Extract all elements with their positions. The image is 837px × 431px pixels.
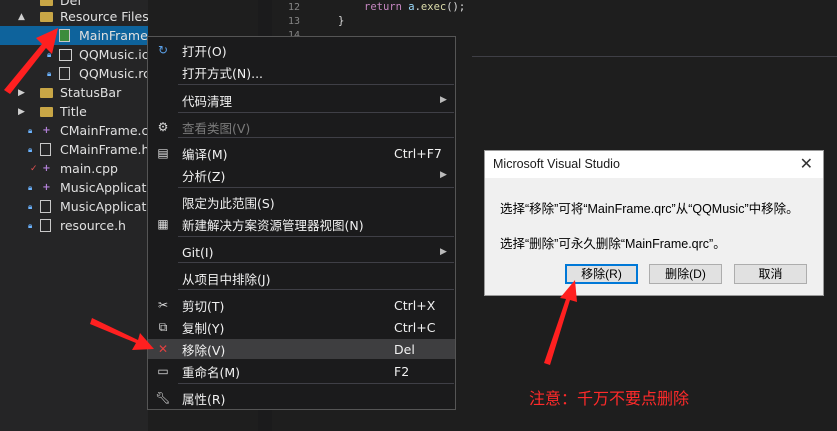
arrow-to-remove-item [90, 318, 154, 350]
annotation-arrows [4, 28, 577, 365]
warning-note: 注意：千万不要点删除 [529, 389, 690, 408]
arrow-to-remove-button [544, 280, 577, 365]
arrow-to-file [4, 28, 58, 94]
